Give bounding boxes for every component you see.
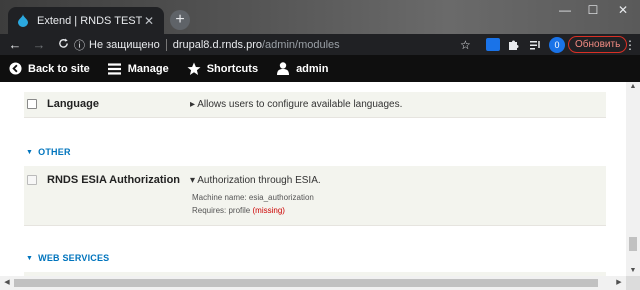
back-circle-icon (8, 62, 22, 76)
vertical-scroll-thumb[interactable] (629, 237, 637, 251)
section-expanded-icon: ▼ (26, 148, 34, 156)
browser-tab-strip: Extend | RNDS TEST ✕ + — ☐ ✕ (0, 0, 640, 34)
user-menu-item[interactable]: admin (276, 62, 328, 76)
warning-icon: ⓘ (74, 39, 85, 52)
manage-label: Manage (127, 62, 169, 75)
new-tab-button[interactable]: + (170, 10, 190, 30)
scroll-down-icon[interactable]: ▼ (626, 266, 640, 276)
module-name: RNDS ESIA Authorization (47, 174, 181, 186)
scroll-right-icon[interactable]: ▶ (613, 276, 625, 290)
address-separator (165, 38, 167, 51)
address-bar[interactable]: ⓘ Не защищено drupal8.d.rnds.pro/admin/m… (74, 36, 470, 53)
tab-title: Extend | RNDS TEST (37, 14, 142, 27)
security-status: Не защищено (89, 38, 160, 51)
section-title: WEB SERVICES (38, 253, 110, 263)
back-button[interactable]: ← (6, 36, 24, 54)
section-web-services-toggle[interactable]: ▼ WEB SERVICES (26, 253, 109, 263)
esia-checkbox-disabled (27, 175, 37, 185)
section-other-toggle[interactable]: ▼ OTHER (26, 147, 71, 157)
back-to-site-label: Back to site (28, 62, 90, 75)
requires-text: Requires: profile (192, 206, 253, 215)
language-checkbox[interactable] (27, 99, 37, 109)
modules-page-content: Language ▸ Allows users to configure ava… (0, 82, 626, 276)
section-expanded-icon: ▼ (26, 254, 34, 262)
scroll-up-icon[interactable]: ▲ (626, 82, 640, 92)
tab-close-icon[interactable]: ✕ (142, 14, 156, 28)
reading-list-icon[interactable] (530, 34, 542, 55)
back-to-site-link[interactable]: Back to site (8, 62, 90, 76)
forward-button[interactable]: → (30, 36, 48, 54)
shortcuts-menu-item[interactable]: Shortcuts (187, 62, 258, 76)
drupal-admin-toolbar: Back to site Manage Shortcuts admin (0, 55, 640, 82)
module-description-toggle[interactable]: ▾ Authorization through ESIA. (190, 175, 321, 186)
section-title: OTHER (38, 147, 71, 157)
missing-dependency: (missing) (252, 206, 285, 215)
vertical-scrollbar[interactable]: ▲ ▼ (626, 82, 640, 276)
drupal-favicon-icon (16, 14, 30, 28)
browser-menu-icon[interactable]: ⋮ (624, 34, 636, 55)
browser-tab[interactable]: Extend | RNDS TEST ✕ (8, 7, 164, 34)
minimize-button[interactable]: — (550, 0, 580, 22)
module-row-language: Language ▸ Allows users to configure ava… (24, 92, 606, 118)
module-name: Language (47, 98, 99, 110)
reload-icon (58, 37, 68, 48)
url-path: /admin/modules (262, 38, 340, 51)
horizontal-scroll-thumb[interactable] (14, 279, 598, 287)
extensions-puzzle-icon[interactable] (508, 34, 520, 55)
scrollbar-corner (626, 276, 640, 290)
reload-button[interactable] (54, 36, 72, 54)
url-host: drupal8.d.rnds.pro (172, 38, 262, 51)
shortcuts-label: Shortcuts (206, 62, 259, 75)
close-window-button[interactable]: ✕ (608, 0, 638, 22)
extension-icon[interactable] (486, 38, 500, 51)
hamburger-icon (108, 62, 122, 76)
bookmark-star-icon[interactable]: ☆ (460, 34, 471, 55)
manage-menu-item[interactable]: Manage (108, 62, 169, 76)
maximize-button[interactable]: ☐ (578, 0, 608, 22)
user-label: admin (296, 62, 329, 75)
module-description-toggle[interactable]: ▸ Allows users to configure available la… (190, 99, 402, 110)
scroll-left-icon[interactable]: ◀ (1, 276, 13, 290)
profile-avatar[interactable]: 0 (549, 36, 565, 53)
horizontal-scrollbar[interactable]: ◀ ▶ (0, 276, 626, 290)
module-row-esia-authorization: RNDS ESIA Authorization ▾ Authorization … (24, 166, 606, 226)
star-icon (187, 62, 201, 76)
user-icon (276, 62, 290, 76)
module-requires: Requires: profile (missing) (192, 206, 285, 215)
module-machine-name: Machine name: esia_authorization (192, 193, 314, 202)
update-button[interactable]: Обновить (568, 36, 628, 53)
